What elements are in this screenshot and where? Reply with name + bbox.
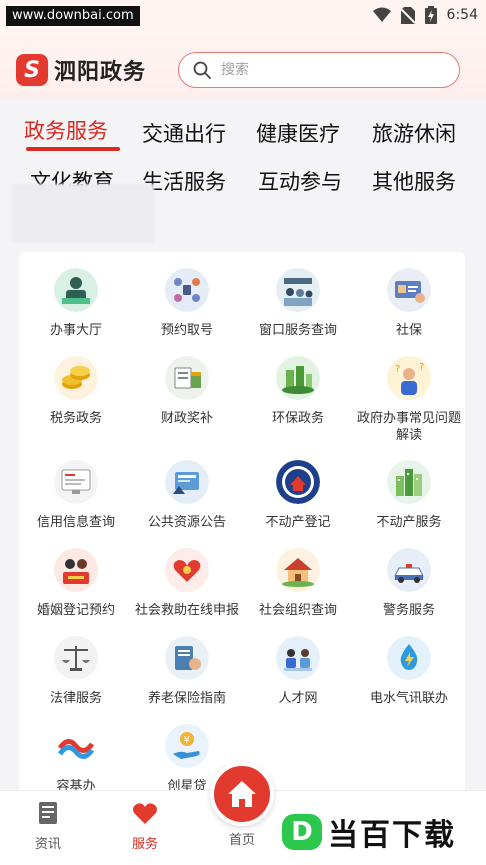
logo-mark-icon: S <box>16 54 48 86</box>
service-item[interactable]: 社会救助在线申报 <box>131 548 243 619</box>
brand-logo-icon: D <box>282 814 322 850</box>
app-logo: S 泗阳政务 <box>16 54 146 86</box>
service-item[interactable]: 社保 <box>353 268 465 339</box>
service-item[interactable]: 不动产服务 <box>353 460 465 531</box>
tab-travel[interactable]: 旅游休闲 <box>372 118 456 148</box>
appointment-icon <box>165 268 209 312</box>
window-service-icon <box>276 268 320 312</box>
url-watermark: www.downbai.com <box>6 6 140 26</box>
news-icon <box>39 802 57 824</box>
social-security-icon <box>387 268 431 312</box>
service-item[interactable]: 不动产登记 <box>242 460 354 531</box>
status-icons: 6:54 <box>372 5 478 25</box>
service-item[interactable]: ?? 政府办事常见问题解读 <box>353 356 465 444</box>
talent-icon <box>276 636 320 680</box>
service-item[interactable]: 信用信息查询 <box>20 460 132 531</box>
active-tab-indicator <box>26 147 120 151</box>
service-item[interactable]: 环保政务 <box>242 356 354 427</box>
tab-gov-services[interactable]: 政务服务 <box>24 115 108 145</box>
search-icon <box>193 61 211 79</box>
service-item[interactable]: 窗口服务查询 <box>242 268 354 339</box>
app-header: S 泗阳政务 <box>0 30 486 100</box>
tab-transport[interactable]: 交通出行 <box>142 118 226 148</box>
tax-coins-icon <box>54 356 98 400</box>
service-item[interactable]: 容基办 <box>20 724 132 795</box>
social-aid-icon <box>165 548 209 592</box>
environment-icon <box>276 356 320 400</box>
utility-drop-icon <box>387 636 431 680</box>
real-estate-seal-icon <box>276 460 320 504</box>
services-grid: 办事大厅 预约取号 窗口服务查询 社保 税务政务 财政奖补 环保政务 ?? 政府… <box>19 252 465 812</box>
service-item[interactable]: 税务政务 <box>20 356 132 427</box>
finance-icon <box>165 356 209 400</box>
brand-watermark: D 当百下载 <box>282 812 456 853</box>
service-item[interactable]: 人才网 <box>242 636 354 707</box>
service-item[interactable]: 办事大厅 <box>20 268 132 339</box>
home-icon <box>228 781 256 807</box>
nav-home-label[interactable]: 首页 <box>212 829 272 848</box>
public-resource-icon <box>165 460 209 504</box>
service-item[interactable]: 电水气讯联办 <box>353 636 465 707</box>
home-button[interactable] <box>210 762 274 826</box>
app-name: 泗阳政务 <box>54 59 147 85</box>
status-bar: www.downbai.com 6:54 <box>0 0 486 30</box>
tab-life[interactable]: 生活服务 <box>142 166 226 196</box>
svg-text:?: ? <box>419 362 424 373</box>
faq-person-icon: ?? <box>387 356 431 400</box>
no-sim-icon <box>400 6 415 24</box>
service-item[interactable]: 公共资源公告 <box>131 460 243 531</box>
service-item[interactable]: 财政奖补 <box>131 356 243 427</box>
marriage-icon <box>54 548 98 592</box>
svg-text:?: ? <box>395 364 400 375</box>
battery-icon <box>424 6 437 24</box>
tab-other[interactable]: 其他服务 <box>372 166 456 196</box>
service-item[interactable]: 法律服务 <box>20 636 132 707</box>
house-icon <box>276 548 320 592</box>
tab-interaction[interactable]: 互动参与 <box>258 166 342 196</box>
buildings-icon <box>387 460 431 504</box>
nav-news[interactable]: 资讯 <box>18 801 78 852</box>
service-item[interactable]: 婚姻登记预约 <box>20 548 132 619</box>
loan-hand-icon: ¥ <box>165 724 209 768</box>
heart-icon <box>133 803 157 824</box>
search-bar[interactable] <box>178 52 460 88</box>
brand-text: 当百下载 <box>328 818 456 853</box>
pension-icon <box>165 636 209 680</box>
credit-screen-icon <box>54 460 98 504</box>
service-hall-icon <box>54 268 98 312</box>
nav-services[interactable]: 服务 <box>115 801 175 852</box>
service-item[interactable]: 警务服务 <box>353 548 465 619</box>
service-item[interactable]: 社会组织查询 <box>242 548 354 619</box>
service-item[interactable]: 预约取号 <box>131 268 243 339</box>
blurred-region <box>12 184 154 242</box>
search-input[interactable] <box>221 62 421 78</box>
wifi-icon <box>372 7 391 22</box>
svg-text:¥: ¥ <box>184 735 190 746</box>
police-car-icon <box>387 548 431 592</box>
ribbon-logo-icon <box>54 724 98 768</box>
tab-health[interactable]: 健康医疗 <box>256 118 340 148</box>
service-item[interactable]: 养老保险指南 <box>131 636 243 707</box>
status-time: 6:54 <box>446 7 478 23</box>
scales-icon <box>54 636 98 680</box>
